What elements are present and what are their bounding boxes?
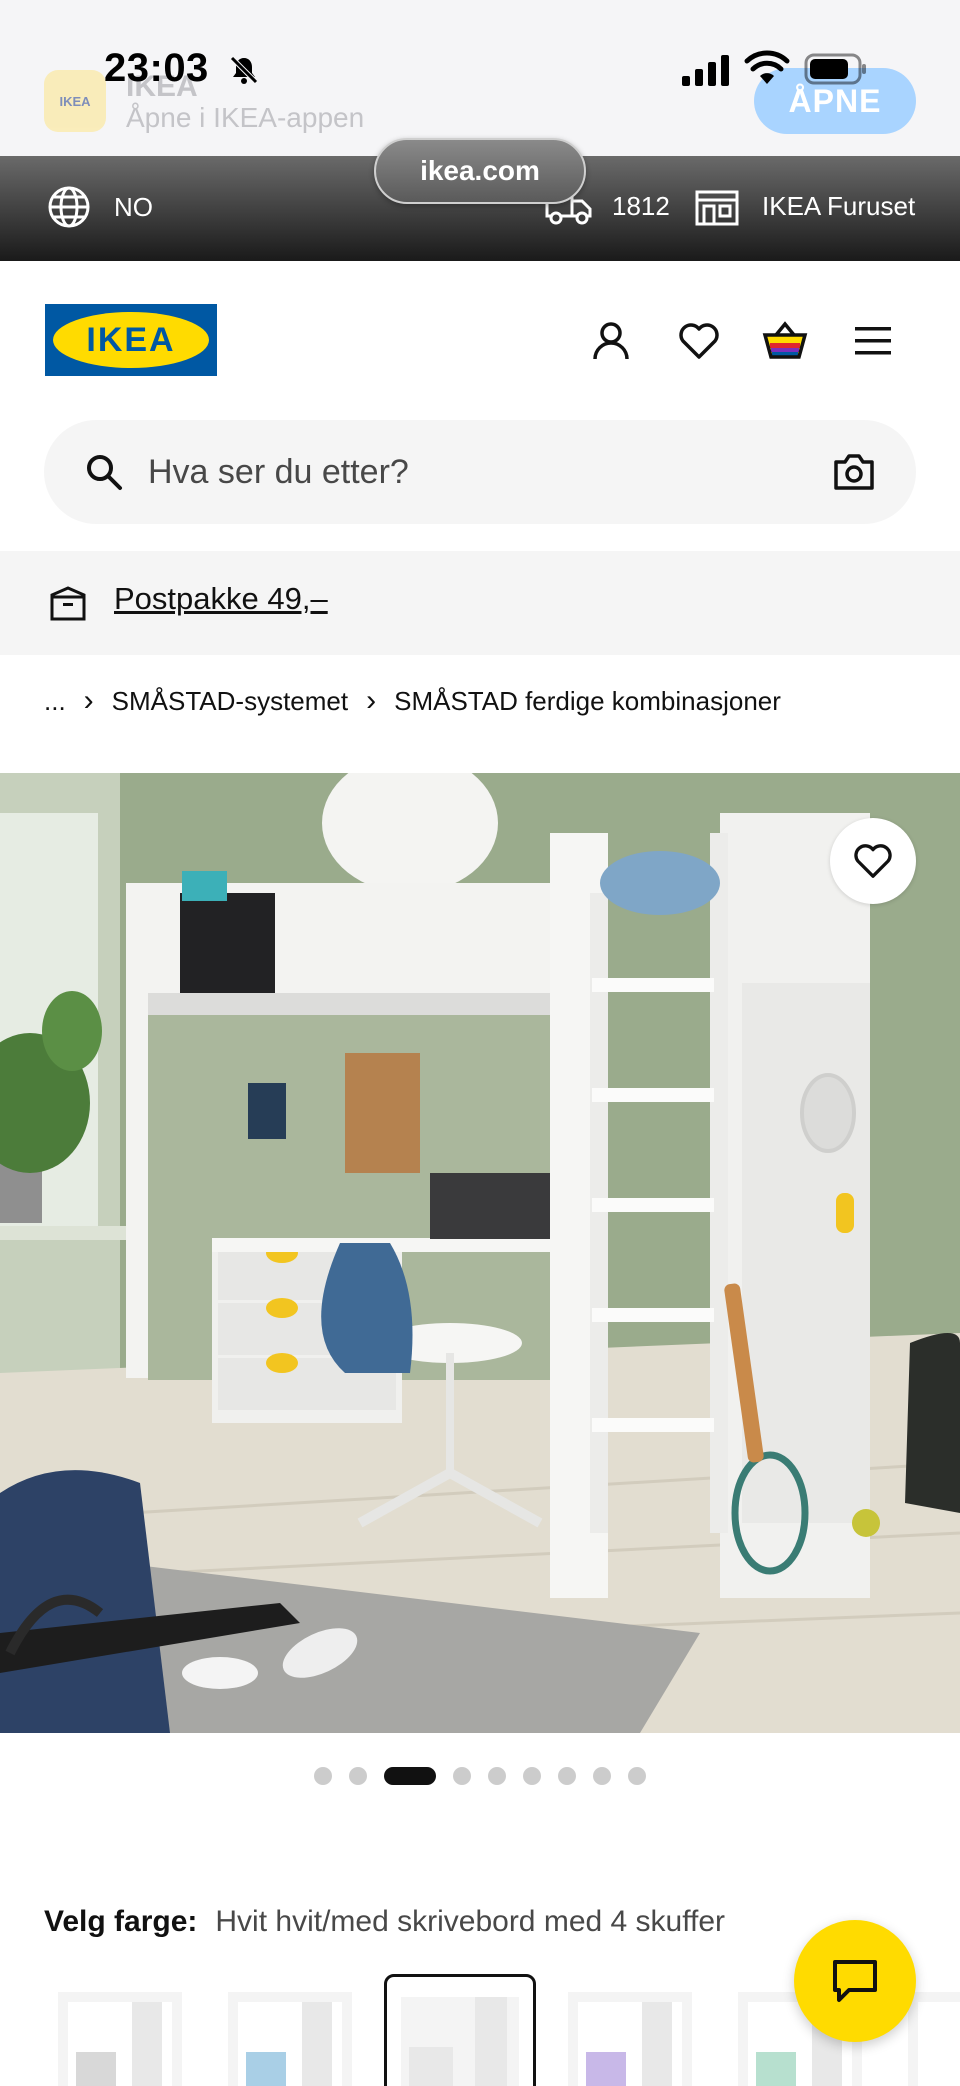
carousel-dot[interactable] bbox=[523, 1767, 541, 1785]
store-name: IKEA Furuset bbox=[762, 190, 916, 221]
chat-button[interactable] bbox=[794, 1920, 916, 2042]
carousel-dot[interactable] bbox=[314, 1767, 332, 1785]
store-selector[interactable]: IKEA Furuset bbox=[694, 184, 915, 228]
variant-image bbox=[68, 2002, 172, 2086]
language-code: NO bbox=[114, 191, 153, 222]
carousel-dot-active[interactable] bbox=[384, 1767, 436, 1785]
account-button[interactable] bbox=[588, 318, 634, 364]
chat-bubble-icon bbox=[833, 1960, 877, 2002]
search-bar[interactable] bbox=[44, 420, 916, 524]
breadcrumb-separator: › bbox=[366, 684, 377, 717]
loft-bed-illustration bbox=[0, 773, 960, 1733]
variant-image bbox=[238, 2002, 342, 2086]
promo-link[interactable]: Postpakke 49,– bbox=[114, 581, 328, 617]
search-input[interactable] bbox=[148, 444, 748, 500]
logo-text: IKEA bbox=[86, 320, 176, 359]
color-value: Hvit hvit/med skrivebord med 4 skuffer bbox=[215, 1905, 726, 1938]
product-image[interactable] bbox=[0, 773, 960, 1733]
wifi-icon bbox=[744, 50, 790, 84]
logo-oval: IKEA bbox=[53, 312, 209, 368]
breadcrumb: ... › SMÅSTAD-systemet › SMÅSTAD ferdige… bbox=[44, 684, 781, 718]
breadcrumb-item-system[interactable]: SMÅSTAD-systemet bbox=[112, 686, 348, 717]
carousel-indicator bbox=[314, 1767, 646, 1785]
color-variant-thumb[interactable] bbox=[58, 1992, 182, 2086]
variant-image bbox=[401, 1997, 519, 2086]
cellular-signal-icon bbox=[682, 55, 729, 86]
account-icon bbox=[593, 322, 629, 360]
save-to-favourites-button[interactable] bbox=[830, 818, 916, 904]
carousel-dot[interactable] bbox=[558, 1767, 576, 1785]
variant-image bbox=[918, 2002, 960, 2086]
app-subtitle: Åpne i IKEA-appen bbox=[126, 102, 365, 133]
ikea-logo[interactable]: IKEA bbox=[45, 304, 217, 376]
promo-strip: Postpakke 49,– bbox=[0, 551, 960, 655]
color-variant-thumb[interactable] bbox=[908, 1992, 960, 2086]
carousel-dot[interactable] bbox=[349, 1767, 367, 1785]
color-variant-thumb[interactable] bbox=[228, 1992, 352, 2086]
carousel-dot[interactable] bbox=[628, 1767, 646, 1785]
variant-image bbox=[578, 2002, 682, 2086]
menu-icon bbox=[855, 327, 891, 355]
color-variant-thumb[interactable] bbox=[568, 1992, 692, 2086]
camera-search-icon[interactable] bbox=[832, 450, 876, 494]
globe-icon bbox=[48, 186, 90, 228]
heart-icon bbox=[679, 323, 719, 359]
battery-icon bbox=[804, 53, 866, 85]
carousel-dot[interactable] bbox=[488, 1767, 506, 1785]
app-icon-text: IKEA bbox=[59, 93, 91, 109]
breadcrumb-separator: › bbox=[83, 684, 94, 717]
breadcrumb-item-combinations[interactable]: SMÅSTAD ferdige kombinasjoner bbox=[394, 686, 781, 717]
shopping-basket-button[interactable] bbox=[762, 318, 808, 364]
heart-icon bbox=[854, 844, 892, 878]
language-selector[interactable]: NO bbox=[46, 184, 153, 230]
status-time: 23:03 bbox=[104, 46, 209, 90]
color-selection: Velg farge: Hvit hvit/med skrivebord med… bbox=[44, 1905, 725, 1939]
carousel-dot[interactable] bbox=[593, 1767, 611, 1785]
postcode: 1812 bbox=[612, 190, 670, 221]
basket-icon bbox=[762, 321, 808, 359]
search-icon bbox=[87, 455, 122, 490]
browser-url-pill[interactable]: ikea.com bbox=[374, 138, 586, 204]
favourites-button[interactable] bbox=[676, 318, 722, 364]
color-variant-thumb-selected[interactable] bbox=[384, 1974, 536, 2086]
carousel-dot[interactable] bbox=[453, 1767, 471, 1785]
parcel-icon bbox=[50, 586, 86, 621]
color-label: Velg farge: bbox=[44, 1905, 198, 1938]
store-icon bbox=[695, 190, 739, 226]
menu-button[interactable] bbox=[850, 318, 896, 364]
breadcrumb-item-ellipsis[interactable]: ... bbox=[44, 686, 66, 717]
bell-off-icon bbox=[230, 56, 258, 84]
app-icon[interactable]: IKEA bbox=[44, 70, 106, 132]
